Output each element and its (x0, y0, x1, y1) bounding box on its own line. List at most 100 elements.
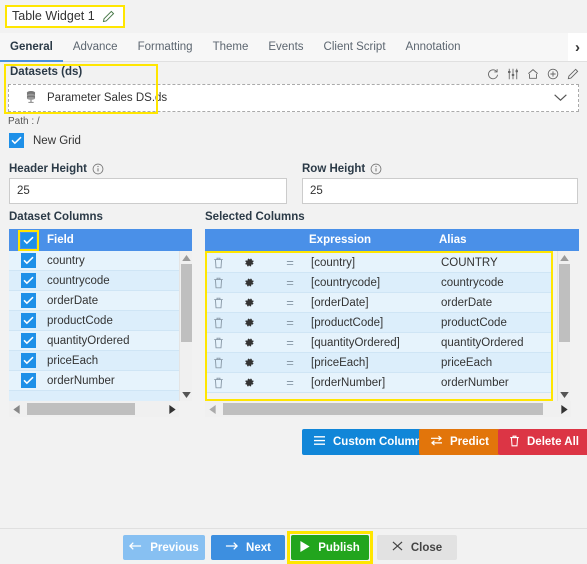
gear-icon[interactable] (229, 257, 269, 268)
dataset-select[interactable]: Parameter Sales DS.ds (8, 84, 579, 112)
expression-cell[interactable]: [productCode] (311, 317, 441, 329)
tab-client-script[interactable]: Client Script (314, 33, 396, 62)
select-all-checkbox[interactable] (20, 232, 36, 248)
dataset-column-checkbox[interactable] (9, 313, 47, 328)
dataset-column-checkbox[interactable] (9, 353, 47, 368)
checkbox-box[interactable] (20, 333, 36, 348)
scroll-right-icon[interactable] (557, 404, 571, 414)
dataset-column-row[interactable]: quantityOrdered (9, 331, 192, 351)
tab-events[interactable]: Events (258, 33, 313, 62)
predict-button[interactable]: Predict (419, 429, 500, 455)
hscrollbar-thumb[interactable] (27, 403, 135, 415)
trash-icon[interactable] (207, 317, 229, 329)
selected-column-row[interactable]: = [quantityOrdered] quantityOrdered (207, 333, 551, 353)
widget-title-bar[interactable]: Table Widget 1 (5, 5, 125, 28)
drag-handle-icon[interactable]: = (269, 255, 311, 270)
checkbox-box[interactable] (20, 293, 36, 308)
alias-cell[interactable]: countrycode (441, 277, 551, 289)
dataset-column-row[interactable]: orderDate (9, 291, 192, 311)
selected-columns-vscrollbar[interactable] (557, 251, 570, 401)
alias-cell[interactable]: quantityOrdered (441, 337, 551, 349)
trash-icon[interactable] (207, 277, 229, 289)
dataset-column-row[interactable]: priceEach (9, 351, 192, 371)
checkbox-box[interactable] (20, 273, 36, 288)
trash-icon[interactable] (207, 297, 229, 309)
hscroll-track[interactable] (23, 401, 165, 417)
drag-handle-icon[interactable]: = (269, 335, 311, 350)
gear-icon[interactable] (229, 277, 269, 288)
drag-handle-icon[interactable]: = (269, 275, 311, 290)
next-button[interactable]: Next (211, 535, 285, 560)
dataset-columns-vscrollbar[interactable] (179, 251, 192, 401)
scrollbar-thumb[interactable] (180, 264, 192, 342)
selected-column-row[interactable]: = [countrycode] countrycode (207, 273, 551, 293)
new-grid-row[interactable]: New Grid (9, 133, 81, 148)
gear-icon[interactable] (229, 377, 269, 388)
hscroll-track[interactable] (219, 401, 557, 417)
selected-columns-hscrollbar[interactable] (205, 401, 571, 417)
close-button[interactable]: Close (377, 535, 457, 560)
selected-column-row[interactable]: = [productCode] productCode (207, 313, 551, 333)
dataset-column-row[interactable]: orderNumber (9, 371, 192, 391)
info-icon[interactable] (370, 163, 382, 175)
refresh-icon[interactable] (487, 68, 499, 80)
publish-button[interactable]: Publish (291, 535, 369, 560)
gear-icon[interactable] (229, 337, 269, 348)
delete-all-button[interactable]: Delete All (498, 429, 587, 455)
dataset-column-row[interactable]: countrycode (9, 271, 192, 291)
dataset-columns-hscrollbar[interactable] (9, 401, 179, 417)
previous-button[interactable]: Previous (123, 535, 205, 560)
alias-cell[interactable]: priceEach (441, 357, 551, 369)
selected-column-row[interactable]: = [country] COUNTRY (207, 253, 551, 273)
scrollbar-thumb[interactable] (558, 264, 570, 342)
drag-handle-icon[interactable]: = (269, 355, 311, 370)
scroll-left-icon[interactable] (9, 404, 23, 414)
plus-circle-icon[interactable] (547, 68, 559, 80)
selected-columns-grid[interactable]: = [country] COUNTRY = [countrycode] countryco… (205, 251, 553, 401)
chevron-down-icon[interactable] (553, 91, 568, 105)
expression-cell[interactable]: [country] (311, 257, 441, 269)
pencil-icon[interactable] (102, 10, 115, 23)
trash-icon[interactable] (207, 357, 229, 369)
sliders-icon[interactable] (507, 68, 519, 80)
header-height-input[interactable] (9, 178, 287, 204)
selected-column-row[interactable]: = [orderNumber] orderNumber (207, 373, 551, 393)
tab-annotation[interactable]: Annotation (396, 33, 471, 62)
new-grid-checkbox[interactable] (9, 133, 24, 148)
expression-cell[interactable]: [orderDate] (311, 297, 441, 309)
drag-handle-icon[interactable]: = (269, 315, 311, 330)
expression-cell[interactable]: [orderNumber] (311, 377, 441, 389)
chevron-right-icon[interactable]: › (568, 33, 587, 61)
dataset-column-checkbox[interactable] (9, 333, 47, 348)
tab-general[interactable]: General (0, 33, 63, 62)
trash-icon[interactable] (207, 377, 229, 389)
home-icon[interactable] (527, 68, 539, 80)
drag-handle-icon[interactable]: = (269, 295, 311, 310)
trash-icon[interactable] (207, 337, 229, 349)
scroll-down-icon[interactable] (559, 388, 569, 401)
tab-theme[interactable]: Theme (203, 33, 259, 62)
expression-cell[interactable]: [quantityOrdered] (311, 337, 441, 349)
selected-column-row[interactable]: = [orderDate] orderDate (207, 293, 551, 313)
expression-cell[interactable]: [countrycode] (311, 277, 441, 289)
checkbox-box[interactable] (20, 373, 36, 388)
gear-icon[interactable] (229, 317, 269, 328)
dataset-column-row[interactable]: productCode (9, 311, 192, 331)
scroll-right-icon[interactable] (165, 404, 179, 414)
drag-handle-icon[interactable]: = (269, 375, 311, 390)
row-height-input[interactable] (302, 178, 578, 204)
tab-advance[interactable]: Advance (63, 33, 128, 62)
checkbox-box[interactable] (20, 353, 36, 368)
trash-icon[interactable] (207, 257, 229, 269)
dataset-column-checkbox[interactable] (9, 373, 47, 388)
tab-formatting[interactable]: Formatting (128, 33, 203, 62)
hscrollbar-thumb[interactable] (223, 403, 543, 415)
gear-icon[interactable] (229, 357, 269, 368)
checkbox-box[interactable] (20, 253, 36, 268)
gear-icon[interactable] (229, 297, 269, 308)
alias-cell[interactable]: orderNumber (441, 377, 551, 389)
scroll-up-icon[interactable] (559, 251, 569, 264)
checkbox-box[interactable] (20, 313, 36, 328)
expression-cell[interactable]: [priceEach] (311, 357, 441, 369)
info-icon[interactable] (92, 163, 104, 175)
